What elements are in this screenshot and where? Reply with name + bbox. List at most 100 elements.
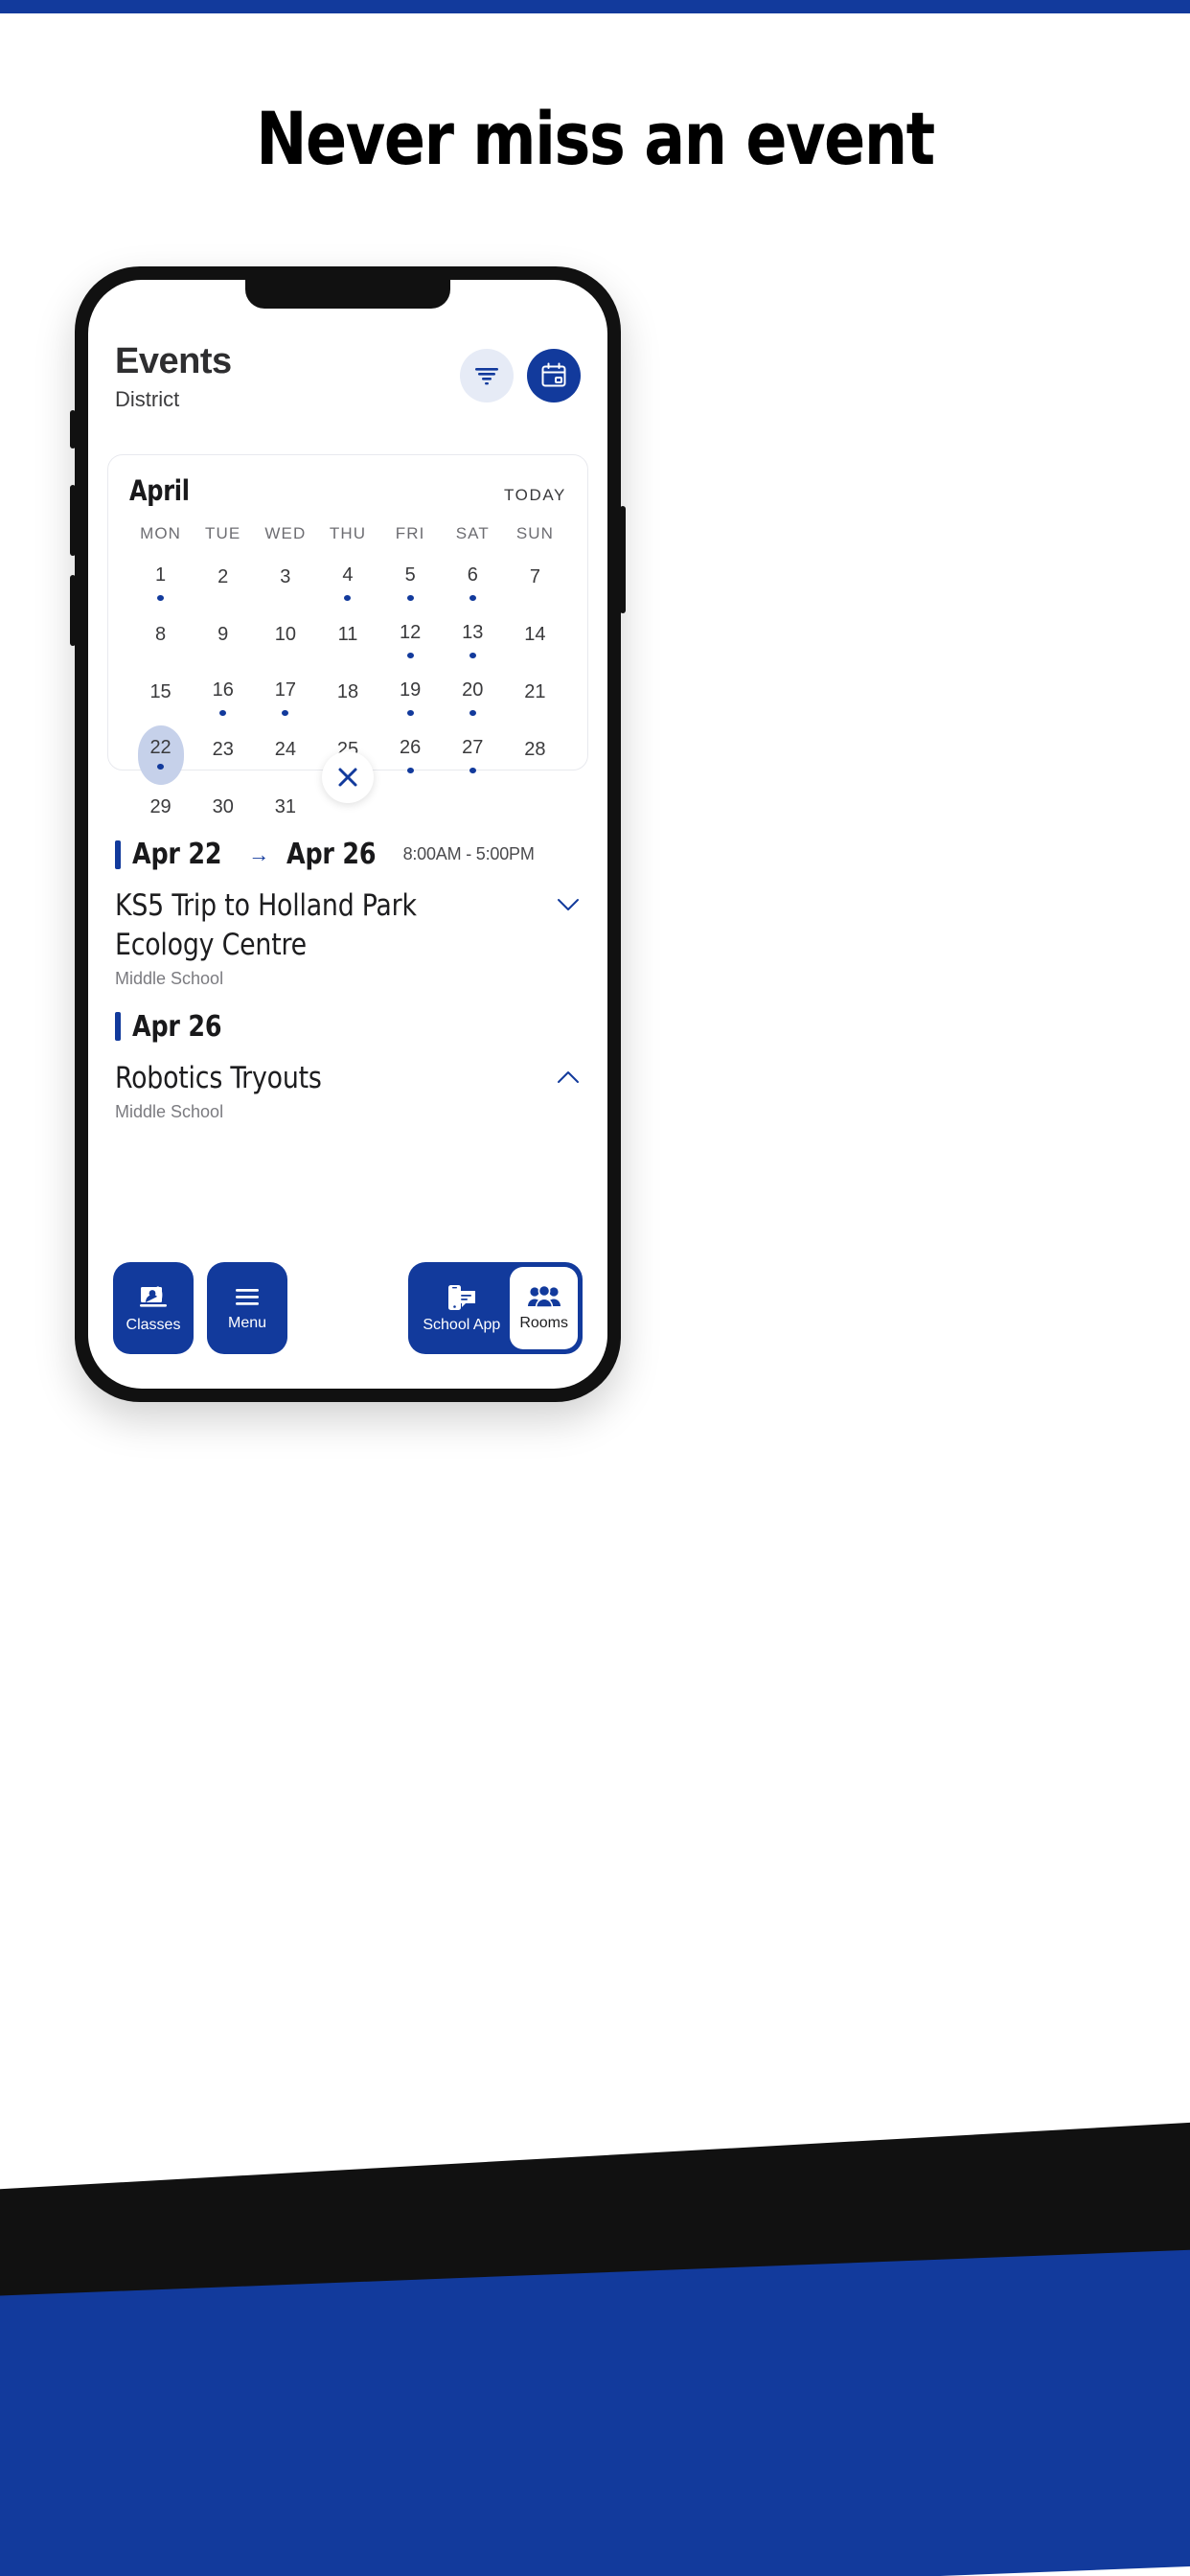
calendar-day-number: 30 xyxy=(212,796,234,817)
calendar-icon xyxy=(539,361,568,390)
calendar-day[interactable]: 17 xyxy=(254,666,316,716)
bottom-tab-bar: Classes Menu School App Rooms xyxy=(88,1262,607,1354)
calendar-day-event-dot xyxy=(406,594,414,601)
event-start-date: Apr 22 xyxy=(132,838,222,871)
calendar-close-button[interactable] xyxy=(322,751,374,803)
event-item[interactable]: Apr 26 Robotics Tryouts Middle School xyxy=(115,1010,581,1122)
event-body: KS5 Trip to Holland Park Ecology Centre M… xyxy=(115,886,581,989)
event-date-row: Apr 26 xyxy=(115,1010,581,1044)
calendar-day-number: 8 xyxy=(155,624,167,645)
calendar-day[interactable]: 18 xyxy=(316,666,378,716)
event-school: Middle School xyxy=(115,1101,224,1121)
tab-school-app[interactable]: School App xyxy=(413,1267,510,1349)
calendar-day[interactable]: 9 xyxy=(192,609,254,658)
phone-volume-down-button xyxy=(70,575,76,646)
page-title: Events xyxy=(115,341,232,381)
calendar-day[interactable]: 26 xyxy=(379,724,442,773)
calendar-day[interactable]: 3 xyxy=(254,551,316,601)
arrow-right-icon: → xyxy=(248,841,270,866)
event-list: Apr 22 → Apr 26 8:00AM - 5:00PM KS5 Trip to … xyxy=(88,816,607,1126)
tab-group-right: School App Rooms xyxy=(408,1262,583,1354)
calendar-weekday: SAT xyxy=(455,524,490,542)
calendar-day-number: 29 xyxy=(149,796,172,817)
calendar-day[interactable]: 24 xyxy=(254,724,316,773)
calendar-day-number: 18 xyxy=(336,681,359,702)
calendar-day-number xyxy=(390,787,430,827)
event-body: Robotics Tryouts Middle School xyxy=(115,1059,581,1122)
calendar-day-number: 17 xyxy=(274,678,296,701)
filter-icon xyxy=(474,366,499,385)
calendar-button[interactable] xyxy=(527,349,581,402)
calendar-day[interactable]: 7 xyxy=(504,551,566,601)
calendar-day-number: 27 xyxy=(462,736,484,758)
calendar-card: April TODAY MON TUE WED THU FRI SAT SUN 123456… xyxy=(107,454,588,816)
calendar-day-number: 23 xyxy=(212,739,234,760)
calendar-day[interactable]: 22 xyxy=(129,724,192,773)
calendar-day[interactable]: 4 xyxy=(316,551,378,601)
calendar-day[interactable]: 8 xyxy=(129,609,192,658)
phone-screen: Events District April TODAY MON TUE WED … xyxy=(88,280,607,1389)
calendar-day[interactable]: 16 xyxy=(192,666,254,716)
phone-mockup: Events District April TODAY MON TUE WED … xyxy=(70,266,626,1402)
calendar-day-number xyxy=(452,787,492,827)
calendar-day[interactable]: 14 xyxy=(504,609,566,658)
calendar-day-event-dot xyxy=(157,763,165,770)
calendar-weekday: TUE xyxy=(205,524,241,542)
calendar-day[interactable]: 1 xyxy=(129,551,192,601)
calendar-day[interactable]: 21 xyxy=(504,666,566,716)
calendar-day-number: 11 xyxy=(337,624,358,645)
calendar-day-event-dot xyxy=(406,652,414,658)
calendar-day-number: 12 xyxy=(400,621,422,643)
calendar-day[interactable]: 19 xyxy=(379,666,442,716)
chevron-down-icon[interactable] xyxy=(556,886,581,913)
event-accent-bar xyxy=(115,1012,121,1042)
calendar-day-number: 13 xyxy=(462,621,484,643)
event-text-block: Robotics Tryouts Middle School xyxy=(115,1059,331,1122)
tab-classes-label: Classes xyxy=(126,1317,181,1333)
decorative-background xyxy=(0,2078,1190,2576)
calendar-day-number: 31 xyxy=(274,796,296,817)
background-shape-blue xyxy=(0,2246,1190,2576)
calendar-today-button[interactable]: TODAY xyxy=(504,486,566,505)
calendar-day-number: 6 xyxy=(467,564,478,586)
tab-classes[interactable]: Classes xyxy=(113,1262,194,1354)
calendar-day[interactable]: 13 xyxy=(442,609,504,658)
calendar-day-event-dot xyxy=(406,709,414,716)
event-item[interactable]: Apr 22 → Apr 26 8:00AM - 5:00PM KS5 Trip to … xyxy=(115,838,581,989)
calendar-day[interactable]: 28 xyxy=(504,724,566,773)
event-text-block: KS5 Trip to Holland Park Ecology Centre M… xyxy=(115,886,498,989)
chevron-up-icon[interactable] xyxy=(556,1059,581,1086)
calendar-day-event-dot xyxy=(469,767,476,773)
calendar-day[interactable]: 23 xyxy=(192,724,254,773)
event-accent-bar xyxy=(115,840,121,869)
calendar-day[interactable]: 6 xyxy=(442,551,504,601)
calendar-day[interactable]: 27 xyxy=(442,724,504,773)
calendar-day-number: 26 xyxy=(400,736,422,758)
calendar-day[interactable]: 5 xyxy=(379,551,442,601)
page-root: Never miss an event Events District Apri… xyxy=(0,0,1190,2576)
calendar-day-event-dot xyxy=(469,709,476,716)
calendar-card-header: April TODAY xyxy=(129,474,566,507)
calendar-day[interactable]: 11 xyxy=(316,609,378,658)
calendar-day-number: 3 xyxy=(280,566,291,587)
school-app-icon xyxy=(445,1283,479,1312)
calendar-day-number: 14 xyxy=(524,624,546,645)
calendar-day-number: 2 xyxy=(217,566,229,587)
calendar-day[interactable]: 20 xyxy=(442,666,504,716)
close-icon xyxy=(336,766,359,789)
event-time-range: 8:00AM - 5:00PM xyxy=(402,844,535,863)
calendar-day-number: 24 xyxy=(274,739,296,760)
calendar-day[interactable]: 10 xyxy=(254,609,316,658)
calendar-day-number: 7 xyxy=(529,566,540,587)
calendar-day[interactable]: 15 xyxy=(129,666,192,716)
calendar-weekday: FRI xyxy=(395,524,425,542)
tab-menu[interactable]: Menu xyxy=(207,1262,287,1354)
filter-button[interactable] xyxy=(460,349,514,402)
tab-rooms-label: Rooms xyxy=(519,1315,568,1331)
tab-rooms[interactable]: Rooms xyxy=(510,1267,578,1349)
calendar-day-number: 4 xyxy=(342,564,354,586)
calendar-day[interactable]: 2 xyxy=(192,551,254,601)
calendar-day[interactable]: 12 xyxy=(379,609,442,658)
page-headline: Never miss an event xyxy=(256,96,935,181)
calendar-month-label: April xyxy=(129,474,190,507)
